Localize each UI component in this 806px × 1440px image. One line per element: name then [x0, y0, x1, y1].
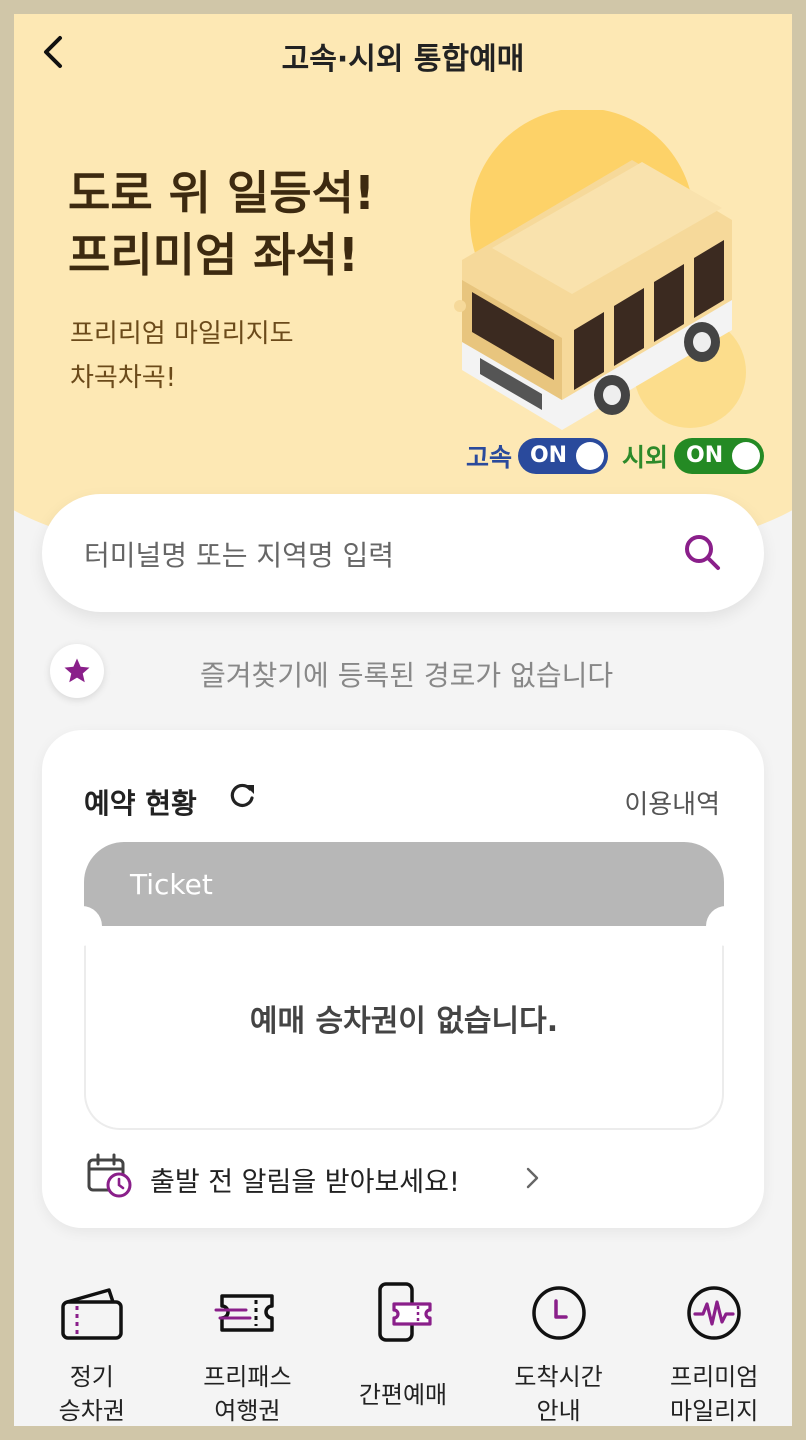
banner-subtext: 프리리엄 마일리지도 차곡차곡!: [70, 312, 294, 400]
intercity-toggle-label: 시외: [621, 443, 668, 472]
quick-menu: 정기 승차권 프리패스 여행권 간편예매 도착시간 안내 프리미엄 마일리지: [14, 1276, 792, 1426]
search-placeholder: 터미널명 또는 지역명 입력: [84, 539, 395, 572]
express-toggle-knob: [575, 442, 604, 470]
free-pass-icon: [214, 1294, 275, 1332]
banner-headline-line2: 프리미엄 좌석!: [68, 228, 359, 282]
quick-menu-label: 정기 승차권: [58, 1363, 125, 1425]
bus-illustration: [454, 110, 746, 430]
app-screen: 고속·시외 통합예매 도로 위 일등석! 프리미엄 좌석! 프리리엄 마일리지도…: [14, 14, 792, 1426]
favorites-empty-text: 즐겨찾기에 등록된 경로가 없습니다: [200, 659, 614, 692]
quick-menu-arrival-time[interactable]: 도착시간 안내: [481, 1276, 637, 1426]
banner-sub-line2: 차곡차곡!: [70, 363, 177, 393]
favorites-button[interactable]: [50, 644, 104, 698]
reservation-status-card: 예약 현황 이용내역 Ticket 예매 승차권이 없습니다. 출발 전 알림을…: [42, 730, 764, 1228]
ticket-header: Ticket: [84, 842, 724, 926]
banner-sub-line1: 프리리엄 마일리지도: [70, 319, 294, 349]
arrival-time-icon: [531, 1286, 586, 1340]
usage-history-link[interactable]: 이용내역: [624, 784, 720, 821]
top-bar: 고속·시외 통합예매: [14, 14, 792, 90]
quick-menu-free-pass[interactable]: 프리패스 여행권: [170, 1276, 326, 1426]
page-title: 고속·시외 통합예매: [281, 42, 525, 77]
banner-headline: 도로 위 일등석! 프리미엄 좌석!: [68, 162, 375, 286]
favorites-row: 즐겨찾기에 등록된 경로가 없습니다: [50, 644, 760, 698]
intercity-toggle-knob: [732, 442, 760, 470]
express-toggle-state: ON: [529, 443, 568, 468]
ticket-body: 예매 승차권이 없습니다.: [84, 926, 724, 1130]
quick-menu-premium-mileage[interactable]: 프리미엄 마일리지: [636, 1276, 792, 1426]
search-icon[interactable]: [682, 532, 722, 572]
express-toggle-label: 고속: [465, 443, 512, 472]
bus-type-toggles: 고속 ON 시외 ON: [466, 438, 764, 474]
quick-booking-icon: [378, 1282, 432, 1342]
ticket-header-label: Ticket: [130, 868, 213, 901]
quick-menu-label: 간편예매: [358, 1381, 448, 1409]
chevron-right-icon: [526, 1167, 539, 1189]
quick-menu-commuter-pass[interactable]: 정기 승차권: [14, 1276, 170, 1426]
ticket-notch-right: [706, 906, 746, 946]
ticket-placeholder: Ticket 예매 승차권이 없습니다.: [62, 842, 746, 1130]
quick-menu-label: 도착시간 안내: [514, 1363, 603, 1425]
ticket-notch-left: [62, 906, 102, 946]
quick-menu-label: 프리미엄 마일리지: [670, 1363, 759, 1425]
banner-headline-line1: 도로 위 일등석!: [68, 166, 375, 220]
calendar-clock-icon: [87, 1153, 132, 1198]
no-tickets-text: 예매 승차권이 없습니다.: [249, 1004, 559, 1039]
quick-menu-quick-booking[interactable]: 간편예매: [325, 1276, 481, 1426]
intercity-toggle-state: ON: [686, 443, 724, 468]
star-icon: [64, 658, 90, 683]
express-toggle-switch[interactable]: ON: [517, 438, 608, 474]
reservation-title: 예약 현황: [84, 787, 197, 820]
intercity-toggle-switch[interactable]: ON: [674, 438, 764, 474]
premium-mileage-icon: [687, 1286, 741, 1340]
departure-alert-text: 출발 전 알림을 받아보세요!: [150, 1167, 460, 1198]
quick-menu-label: 프리패스 여행권: [203, 1363, 292, 1425]
refresh-icon[interactable]: [226, 780, 258, 812]
search-input[interactable]: 터미널명 또는 지역명 입력: [42, 494, 764, 612]
commuter-pass-icon: [61, 1288, 123, 1340]
